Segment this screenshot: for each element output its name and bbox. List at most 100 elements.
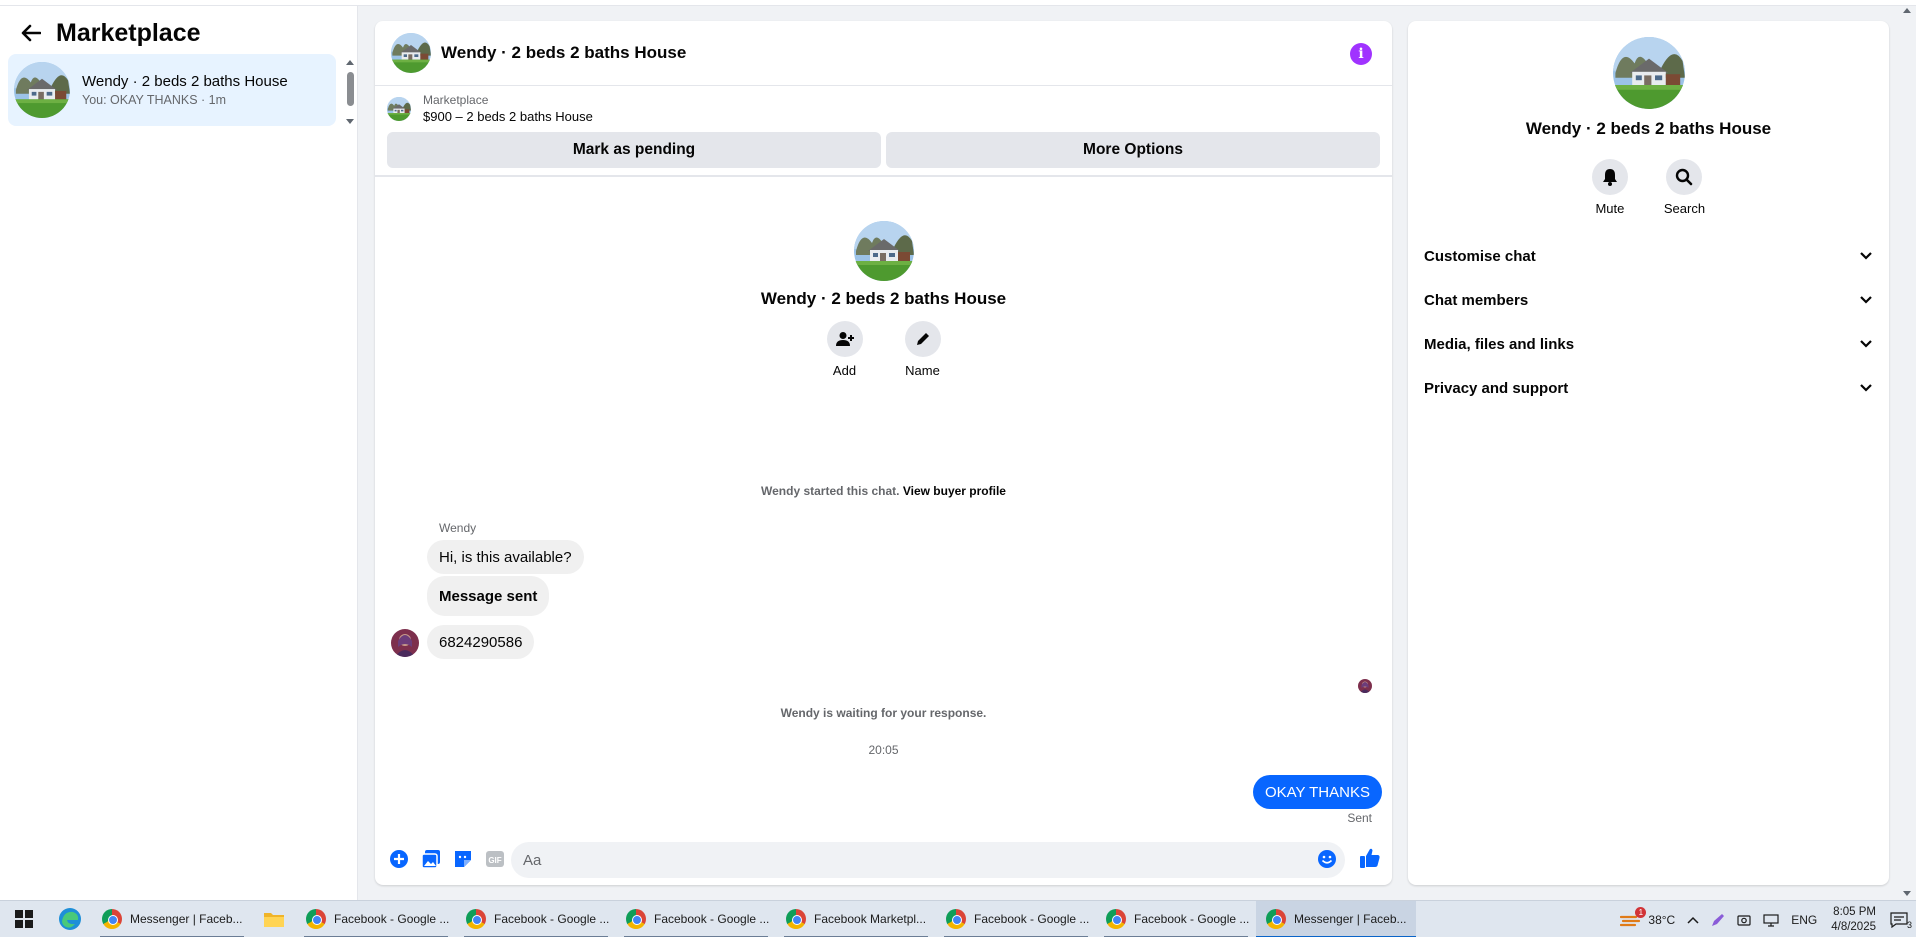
- plus-icon[interactable]: [387, 847, 411, 871]
- info-name: Wendy · 2 beds 2 baths House: [1525, 119, 1772, 138]
- svg-text:GIF: GIF: [488, 856, 501, 865]
- chat-header: Wendy · 2 beds 2 baths House i: [375, 21, 1392, 86]
- system-tray: 1 38°C ENG 8:05 PM 4/8/2025 3: [1614, 901, 1916, 937]
- chrome-icon: [102, 909, 122, 929]
- taskbar-app[interactable]: Facebook - Google ...: [616, 901, 776, 937]
- weather-temp: 38°C: [1648, 912, 1676, 927]
- section-label: Customise chat: [1424, 247, 1536, 265]
- info-sections: Customise chat Chat members Media, files…: [1408, 234, 1889, 410]
- chat-info-panel: Wendy · 2 beds 2 baths House Mute Search…: [1408, 21, 1889, 885]
- listing-actions: Mark as pending More Options: [375, 131, 1392, 177]
- scroll-up-icon[interactable]: [346, 60, 354, 65]
- photo-icon[interactable]: [419, 847, 443, 871]
- taskbar-app-label: Facebook Marketpl...: [814, 912, 927, 926]
- search-label: Search: [1663, 201, 1706, 216]
- chevron-down-icon: [1860, 296, 1872, 304]
- edge-browser-icon[interactable]: [48, 901, 92, 937]
- intro-name: Wendy · 2 beds 2 baths House: [760, 289, 1007, 308]
- taskbar-app[interactable]: Facebook - Google ...: [296, 901, 456, 937]
- notification-count: 3: [1906, 919, 1912, 930]
- scroll-thumb[interactable]: [347, 72, 354, 106]
- network-icon[interactable]: [1763, 913, 1779, 927]
- taskbar-app[interactable]: Facebook - Google ...: [936, 901, 1096, 937]
- chat-title[interactable]: Wendy · 2 beds 2 baths House: [441, 43, 686, 63]
- page-scrollbar[interactable]: [1898, 6, 1916, 900]
- info-icon[interactable]: i: [1350, 43, 1372, 65]
- seen-avatar: [1358, 679, 1372, 693]
- mark-pending-button[interactable]: Mark as pending: [387, 132, 881, 168]
- taskbar-app-label: Facebook - Google ...: [974, 912, 1090, 926]
- thumbs-up-icon[interactable]: [1359, 847, 1381, 874]
- listing-thumbnail: [387, 97, 411, 121]
- chrome-icon: [946, 909, 966, 929]
- taskbar-app[interactable]: Facebook Marketpl...: [776, 901, 936, 937]
- gif-icon[interactable]: GIF: [483, 847, 507, 871]
- message-bubble[interactable]: Message sent: [427, 576, 550, 616]
- message-composer: GIF: [375, 838, 1392, 880]
- file-explorer-icon[interactable]: [252, 901, 296, 937]
- message-input[interactable]: [511, 842, 1345, 878]
- chevron-down-icon: [1860, 252, 1872, 260]
- conversation-item[interactable]: Wendy · 2 beds 2 baths House You: OKAY T…: [8, 54, 336, 126]
- clock-date: 4/8/2025: [1831, 920, 1876, 933]
- chevron-up-icon[interactable]: [1687, 916, 1699, 924]
- chat-started-notice: Wendy started this chat. View buyer prof…: [375, 484, 1392, 498]
- section-label: Privacy and support: [1424, 379, 1569, 397]
- sidebar-title: Marketplace: [56, 18, 201, 47]
- chat-panel: Wendy · 2 beds 2 baths House i Marketpla…: [375, 21, 1392, 885]
- taskbar-app-label: Messenger | Faceb...: [1294, 912, 1407, 926]
- edit-name-button[interactable]: Name: [904, 321, 941, 378]
- back-arrow-icon[interactable]: [18, 20, 44, 46]
- view-buyer-profile-link[interactable]: View buyer profile: [903, 484, 1006, 498]
- more-options-button[interactable]: More Options: [886, 132, 1380, 168]
- notifications-icon[interactable]: 3: [1890, 911, 1912, 930]
- scroll-up-icon[interactable]: [1903, 8, 1911, 13]
- taskbar-app-label: Messenger | Faceb...: [130, 912, 243, 926]
- taskbar-app-label: Facebook - Google ...: [334, 912, 450, 926]
- taskbar-app-active[interactable]: Messenger | Faceb...: [1256, 900, 1416, 937]
- camera-icon[interactable]: [1737, 913, 1751, 927]
- clock[interactable]: 8:05 PM 4/8/2025: [1831, 905, 1876, 935]
- sidebar: Marketplace Wendy · 2 beds 2 baths House…: [0, 6, 358, 900]
- listing-label: Marketplace: [423, 93, 489, 107]
- message-bubble[interactable]: 6824290586: [427, 625, 535, 659]
- section-chat-members[interactable]: Chat members: [1408, 278, 1889, 322]
- chat-avatar[interactable]: [391, 33, 431, 73]
- windows-start-icon[interactable]: [0, 901, 48, 937]
- chrome-icon: [1106, 909, 1126, 929]
- section-customise-chat[interactable]: Customise chat: [1408, 234, 1889, 278]
- message-timestamp: 20:05: [868, 743, 899, 757]
- emoji-icon[interactable]: [1317, 849, 1337, 874]
- taskbar-app[interactable]: Facebook - Google ...: [456, 901, 616, 937]
- my-message-bubble[interactable]: OKAY THANKS: [1252, 775, 1382, 809]
- message-bubble[interactable]: Hi, is this available?: [427, 540, 584, 574]
- sidebar-scrollbar[interactable]: [344, 56, 356, 126]
- buyer-avatar[interactable]: [391, 629, 419, 657]
- pencil-icon: [904, 321, 941, 357]
- taskbar-app-label: Facebook - Google ...: [654, 912, 770, 926]
- sender-name: Wendy: [439, 521, 477, 535]
- clock-time: 8:05 PM: [1833, 905, 1876, 918]
- section-privacy-support[interactable]: Privacy and support: [1408, 366, 1889, 410]
- mute-button[interactable]: Mute: [1591, 159, 1628, 216]
- conversation-name: Wendy · 2 beds 2 baths House: [82, 73, 288, 90]
- scroll-down-icon[interactable]: [1903, 891, 1911, 896]
- sticker-icon[interactable]: [451, 847, 475, 871]
- search-button[interactable]: Search: [1664, 159, 1705, 216]
- listing-banner[interactable]: Marketplace $900 – 2 beds 2 baths House: [375, 86, 1392, 131]
- chrome-icon: [466, 909, 486, 929]
- conversation-preview: You: OKAY THANKS · 1m: [82, 93, 227, 107]
- language-indicator[interactable]: ENG: [1791, 913, 1817, 927]
- section-media-files-links[interactable]: Media, files and links: [1408, 322, 1889, 366]
- chevron-down-icon: [1860, 340, 1872, 348]
- taskbar-app[interactable]: Messenger | Faceb...: [92, 901, 252, 937]
- weather-widget[interactable]: 1 38°C: [1620, 906, 1676, 928]
- add-person-button[interactable]: Add: [826, 321, 863, 378]
- chevron-down-icon: [1860, 384, 1872, 392]
- chrome-icon: [1266, 909, 1286, 929]
- weather-badge: 1: [1635, 906, 1647, 918]
- pen-icon[interactable]: [1711, 913, 1725, 927]
- taskbar-app[interactable]: Facebook - Google ...: [1096, 901, 1256, 937]
- scroll-down-icon[interactable]: [346, 119, 354, 124]
- search-icon: [1666, 159, 1703, 195]
